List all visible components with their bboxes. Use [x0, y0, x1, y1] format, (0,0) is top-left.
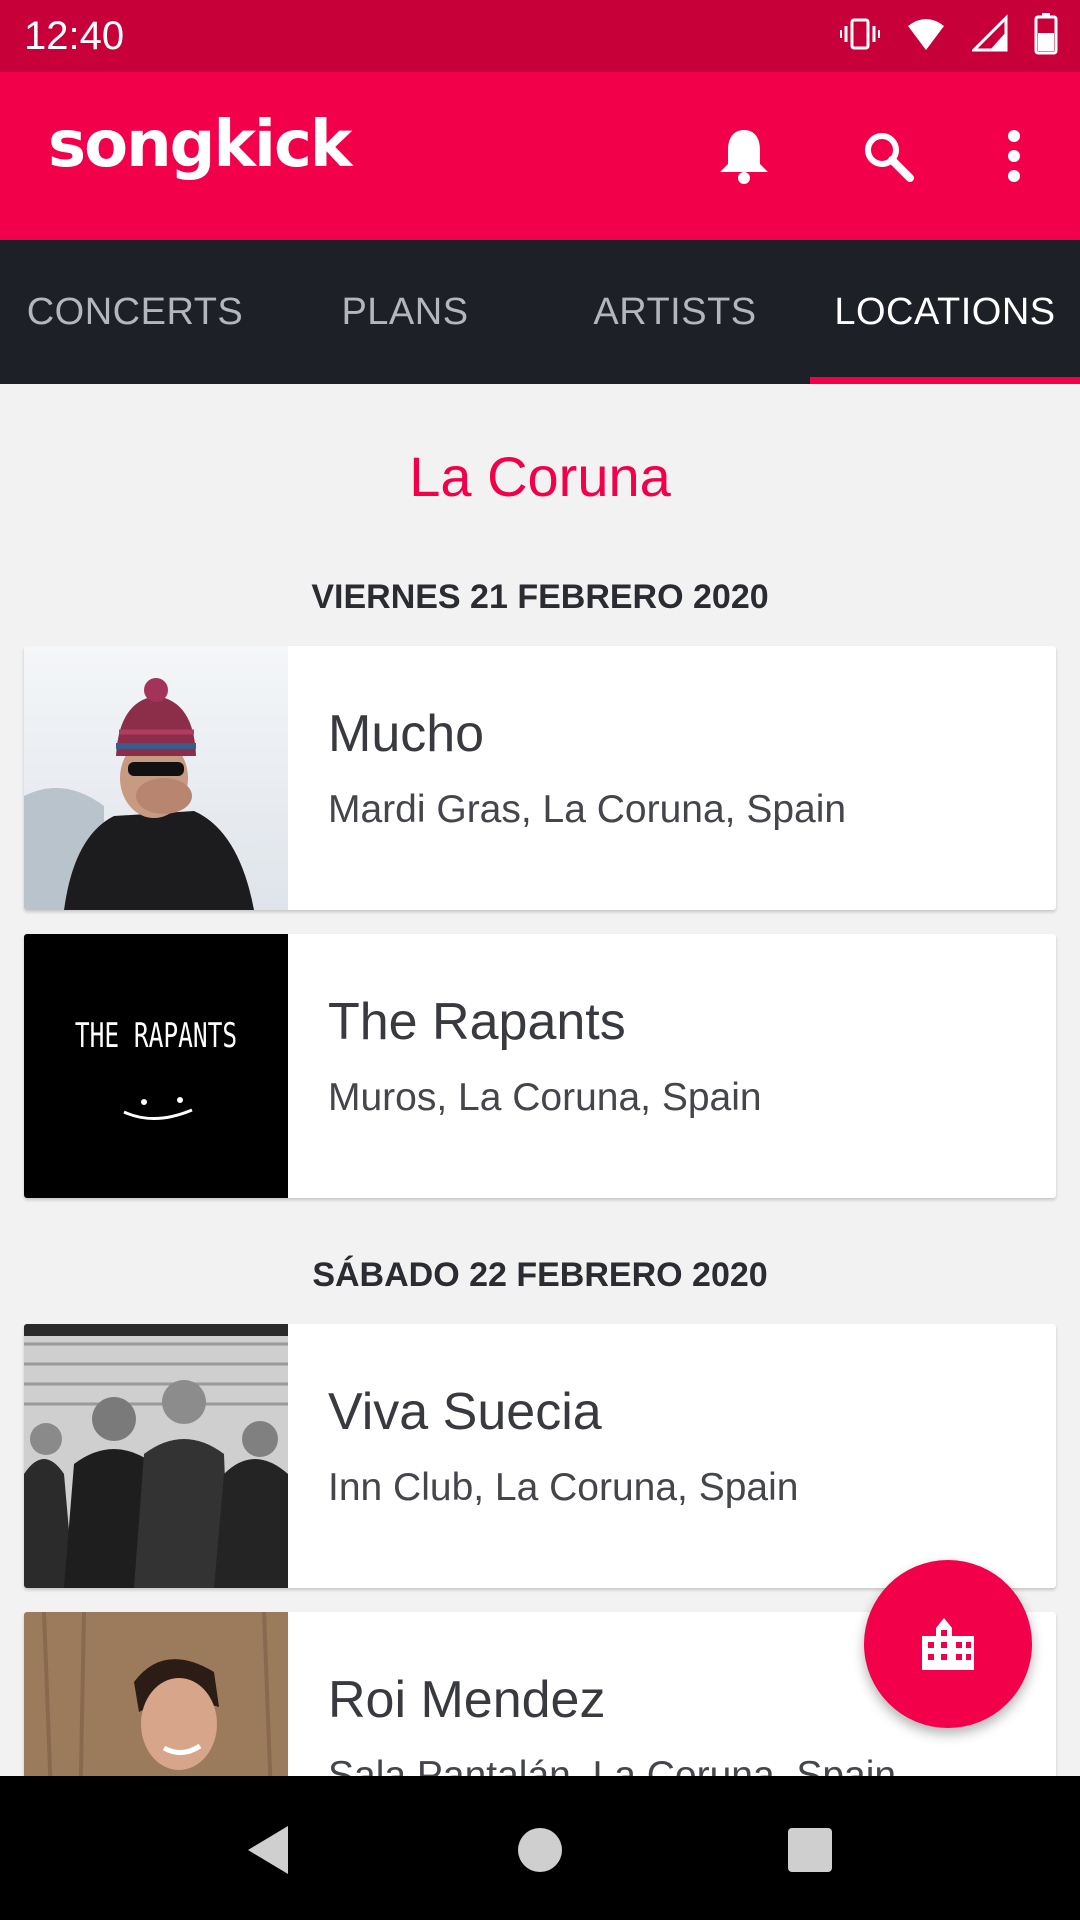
event-card-mucho[interactable]: Mucho Mardi Gras, La Coruna, Spain: [24, 646, 1056, 910]
recents-button[interactable]: [780, 1820, 840, 1880]
venue-location: Sala Pantalán, La Coruna, Spain: [328, 1754, 897, 1776]
status-bar: 12:40: [0, 0, 1080, 72]
battery-icon: [1034, 12, 1058, 60]
home-button[interactable]: [510, 1820, 570, 1880]
app-bar: songkick: [0, 72, 1080, 240]
add-location-fab[interactable]: [864, 1560, 1032, 1728]
status-icons: [840, 12, 1058, 60]
city-title: La Coruna: [409, 445, 671, 508]
venue-location: Inn Club, La Coruna, Spain: [328, 1466, 799, 1509]
signal-icon: [970, 13, 1008, 59]
notifications-button[interactable]: [708, 122, 780, 194]
overflow-menu-button[interactable]: [978, 122, 1050, 194]
artist-photo-mucho: [24, 646, 288, 910]
venue-location: Mardi Gras, La Coruna, Spain: [328, 788, 847, 831]
more-vert-icon: [1004, 128, 1024, 189]
tab-artists[interactable]: ARTISTS: [540, 240, 810, 384]
event-card-the-rapants[interactable]: THE RAPANTS The Rapants Muros, La Coruna…: [24, 934, 1056, 1198]
tab-concerts[interactable]: CONCERTS: [0, 240, 270, 384]
back-button[interactable]: [238, 1820, 298, 1880]
venue-location: Muros, La Coruna, Spain: [328, 1076, 762, 1119]
artist-name: The Rapants: [328, 993, 626, 1051]
recents-square-icon: [780, 1828, 840, 1884]
artist-photo-the-rapants: THE RAPANTS: [24, 934, 288, 1198]
artist-name: Viva Suecia: [328, 1383, 602, 1441]
songkick-logo[interactable]: songkick: [48, 108, 352, 182]
date-heading: VIERNES 21 FEBRERO 2020: [311, 578, 769, 616]
search-button[interactable]: [852, 122, 924, 194]
home-circle-icon: [510, 1828, 570, 1884]
status-time: 12:40: [24, 14, 125, 58]
tab-plans[interactable]: PLANS: [270, 240, 540, 384]
wifi-icon: [906, 14, 946, 59]
city-icon: [918, 1614, 978, 1675]
back-triangle-icon: [238, 1826, 298, 1884]
date-heading: SÁBADO 22 FEBRERO 2020: [312, 1256, 768, 1294]
system-navigation-bar: [0, 1776, 1080, 1920]
vibrate-icon: [840, 14, 880, 59]
event-card-viva-suecia[interactable]: Viva Suecia Inn Club, La Coruna, Spain: [24, 1324, 1056, 1588]
bell-icon: [716, 126, 772, 191]
artist-name: Mucho: [328, 705, 485, 763]
tab-bar: CONCERTS PLANS ARTISTS LOCATIONS: [0, 240, 1080, 384]
tab-locations[interactable]: LOCATIONS: [810, 240, 1080, 384]
search-icon: [860, 128, 916, 189]
artist-photo-viva-suecia: [24, 1324, 288, 1588]
artist-photo-roi-mendez: [24, 1612, 288, 1776]
